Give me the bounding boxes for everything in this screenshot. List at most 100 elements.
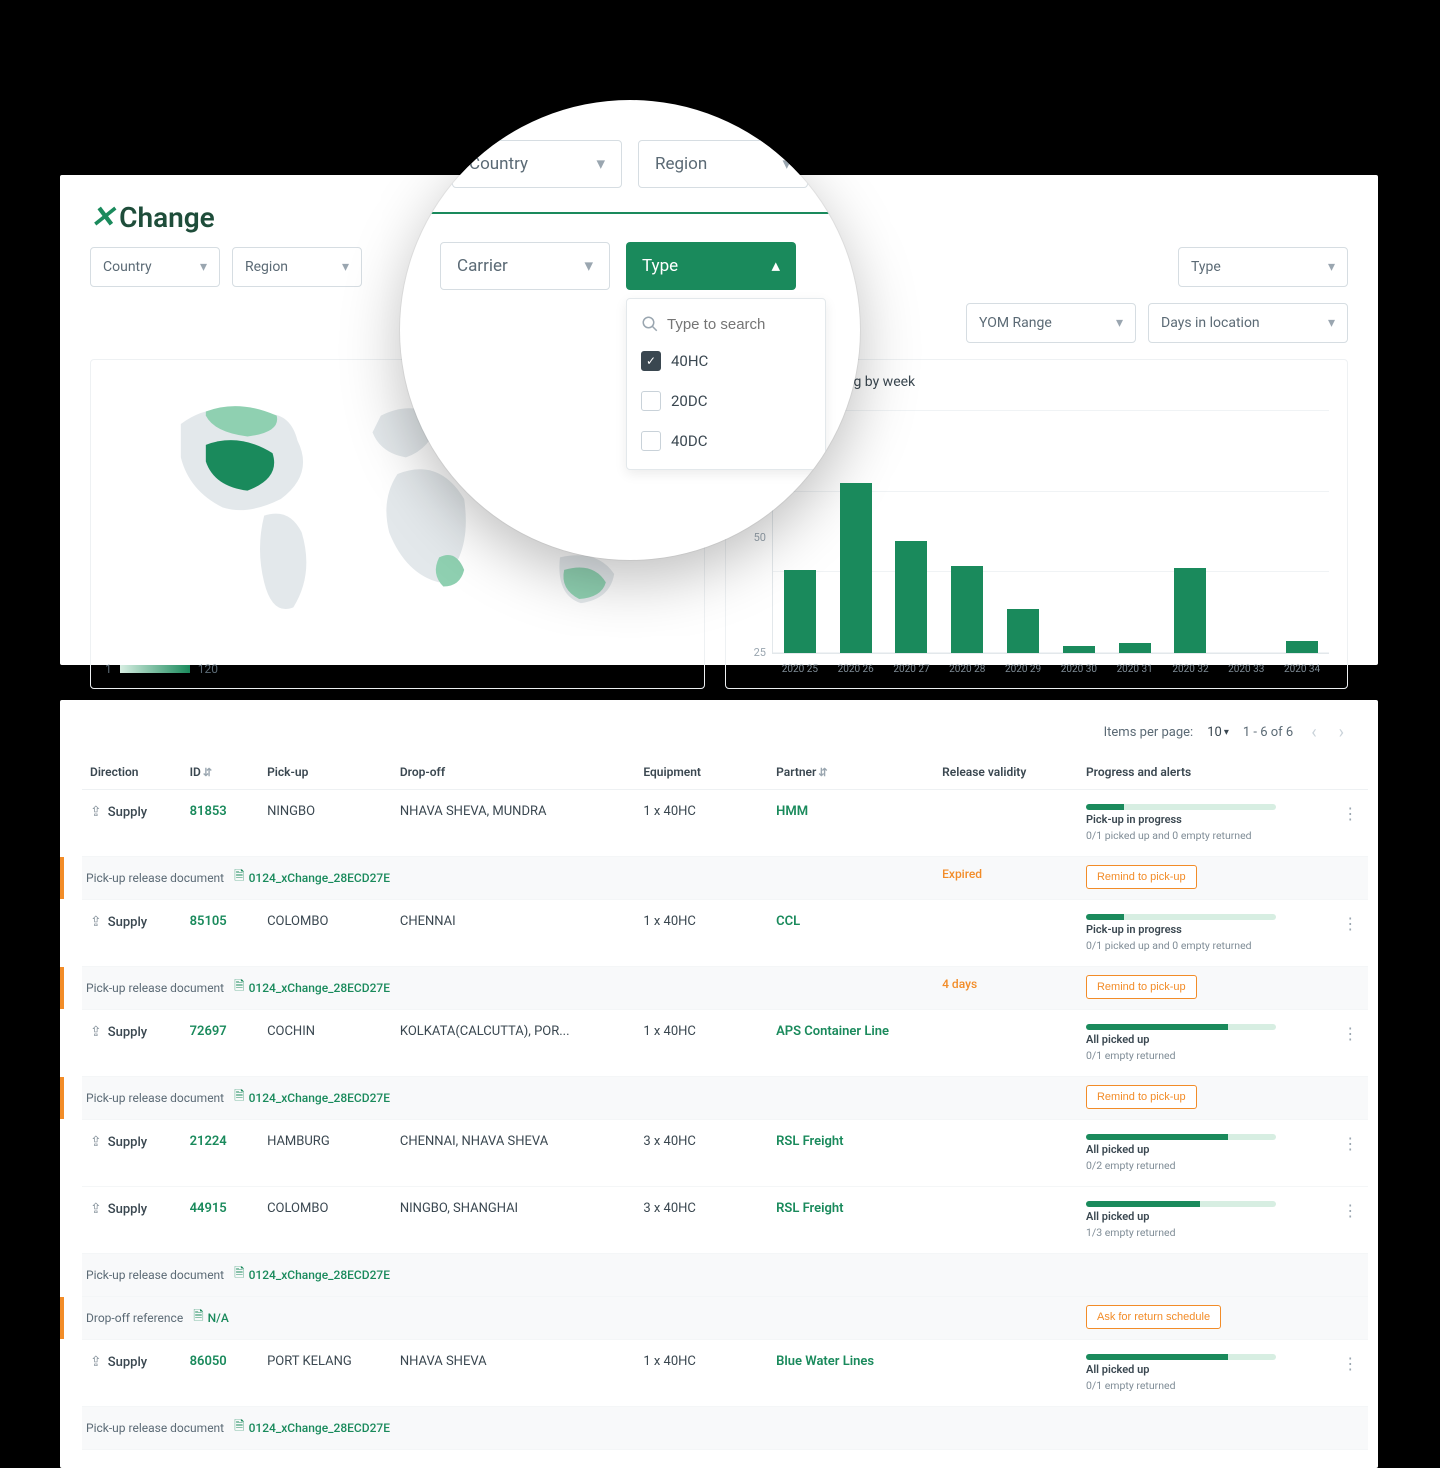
filter-type[interactable]: Type▾ (1178, 247, 1348, 287)
col-id[interactable]: ID⇵ (182, 755, 259, 790)
pagination-bar: Items per page: 10▾ 1 - 6 of 6 ‹ › (82, 718, 1368, 755)
pickup-cell: COCHIN (259, 1010, 392, 1077)
y-tick: 25 (744, 646, 772, 659)
page-prev-icon[interactable]: ‹ (1307, 722, 1320, 743)
progress-bar (1086, 914, 1276, 920)
partner-link[interactable]: RSL Freight (776, 1134, 843, 1149)
subrow-document-link[interactable]: 🗎0124_xChange_28ECD27E (234, 1417, 390, 1439)
filter-yom-range[interactable]: YOM Range▾ (966, 303, 1136, 343)
progress-bar (1086, 1134, 1276, 1140)
checkbox-icon (641, 391, 661, 411)
bar (1119, 643, 1151, 653)
row-menu-icon[interactable]: ⋮ (1333, 1340, 1368, 1407)
subrow-document-link[interactable]: 🗎0124_xChange_28ECD27E (234, 977, 390, 999)
col-partner[interactable]: Partner⇵ (768, 755, 934, 790)
bar (895, 541, 927, 653)
subrow-document-link[interactable]: 🗎0124_xChange_28ECD27E (234, 1087, 390, 1109)
type-option-label: 20DC (671, 392, 707, 410)
progress-bar (1086, 1201, 1276, 1207)
bar-label: 2020 26 (838, 664, 874, 675)
col-direction[interactable]: Direction (82, 755, 182, 790)
col-release[interactable]: Release validity (934, 755, 1078, 790)
filter-days-in-location[interactable]: Days in location▾ (1148, 303, 1348, 343)
items-per-page-select[interactable]: 10▾ (1207, 725, 1229, 740)
action-button[interactable]: Remind to pick-up (1086, 1085, 1197, 1109)
table-row: ⇪Supply44915COLOMBONINGBO, SHANGHAI3 x 4… (82, 1187, 1368, 1254)
row-id-link[interactable]: 85105 (190, 914, 227, 929)
partner-link[interactable]: HMM (776, 804, 808, 819)
progress-title: All picked up (1086, 1033, 1276, 1046)
type-option[interactable]: ✓40HC (627, 341, 825, 381)
action-button[interactable]: Ask for return schedule (1086, 1305, 1221, 1329)
type-option-label: 40DC (671, 432, 707, 450)
row-menu-icon[interactable]: ⋮ (1333, 1187, 1368, 1254)
filter-region[interactable]: Region▾ (232, 247, 362, 287)
progress-cell: All picked up1/3 empty returned (1086, 1201, 1276, 1239)
table-row: ⇪Supply85105COLOMBOCHENNAI1 x 40HCCCLPic… (82, 900, 1368, 967)
subrow-label: Pick-up release document (86, 1421, 224, 1435)
bar (784, 570, 816, 653)
row-menu-icon[interactable]: ⋮ (1333, 790, 1368, 857)
row-menu-icon[interactable]: ⋮ (1333, 900, 1368, 967)
chevron-up-icon: ▴ (771, 256, 780, 276)
table-subrow: Pick-up release document 🗎0124_xChange_28… (82, 857, 1368, 900)
partner-link[interactable]: RSL Freight (776, 1201, 843, 1216)
bar-col: 2020 31 (1112, 410, 1158, 653)
row-menu-icon[interactable]: ⋮ (1333, 1120, 1368, 1187)
mag-filter-type[interactable]: Type▴ (626, 242, 796, 290)
page-next-icon[interactable]: › (1335, 722, 1348, 743)
partner-link[interactable]: Blue Water Lines (776, 1354, 874, 1369)
progress-sub: 0/2 empty returned (1086, 1159, 1276, 1172)
supply-icon: ⇪ (90, 914, 102, 930)
page-range: 1 - 6 of 6 (1243, 725, 1293, 740)
partner-link[interactable]: APS Container Line (776, 1024, 889, 1039)
col-pickup[interactable]: Pick-up (259, 755, 392, 790)
subrow-document-link[interactable]: 🗎N/A (193, 1307, 229, 1329)
subrow-document-link[interactable]: 🗎0124_xChange_28ECD27E (234, 867, 390, 889)
bar (1063, 646, 1095, 653)
releases-table: Direction ID⇵ Pick-up Drop-off Equipment… (82, 755, 1368, 1450)
bar-label: 2020 31 (1117, 664, 1153, 675)
partner-link[interactable]: CCL (776, 914, 800, 929)
table-subrow: Pick-up release document🗎0124_xChange_28… (82, 967, 1368, 1010)
table-row: ⇪Supply72697COCHINKOLKATA(CALCUTTA), POR… (82, 1010, 1368, 1077)
bar-col: 2020 27 (889, 410, 935, 653)
bar-label: 2020 29 (1005, 664, 1041, 675)
col-equipment[interactable]: Equipment (635, 755, 768, 790)
type-search-input[interactable] (667, 316, 860, 333)
progress-sub: 0/1 empty returned (1086, 1379, 1276, 1392)
progress-title: All picked up (1086, 1363, 1276, 1376)
row-id-link[interactable]: 44915 (190, 1201, 227, 1216)
bar-label: 2020 32 (1172, 664, 1208, 675)
subrow-label: Pick-up release document (86, 871, 224, 885)
table-row: ⇪Supply21224HAMBURGCHENNAI, NHAVA SHEVA3… (82, 1120, 1368, 1187)
mag-filter-carrier[interactable]: Carrier▾ (440, 242, 610, 290)
logo-mark-icon: ✕ (90, 200, 115, 235)
supply-icon: ⇪ (90, 1354, 102, 1370)
bar-col: 2020 33 (1223, 410, 1269, 653)
action-button[interactable]: Remind to pick-up (1086, 975, 1197, 999)
row-menu-icon[interactable]: ⋮ (1333, 1010, 1368, 1077)
col-progress[interactable]: Progress and alerts (1078, 755, 1333, 790)
chevron-down-icon: ▾ (584, 256, 593, 276)
subrow-label: Pick-up release document (86, 1268, 224, 1282)
col-dropoff[interactable]: Drop-off (392, 755, 635, 790)
supply-icon: ⇪ (90, 1024, 102, 1040)
bar (1007, 609, 1039, 653)
mag-filter-region[interactable]: Region▾ (638, 140, 808, 188)
release-validity: Expired (942, 867, 982, 881)
mag-filter-country[interactable]: Country▾ (452, 140, 622, 188)
mag-divider (400, 212, 860, 214)
subrow-document-link[interactable]: 🗎0124_xChange_28ECD27E (234, 1264, 390, 1286)
accent-bar (60, 1297, 64, 1339)
equipment-cell: 3 x 40HC (635, 1187, 768, 1254)
progress-title: All picked up (1086, 1210, 1276, 1223)
row-id-link[interactable]: 81853 (190, 804, 227, 819)
checkbox-icon (641, 431, 661, 451)
filter-country[interactable]: Country▾ (90, 247, 220, 287)
row-id-link[interactable]: 21224 (190, 1134, 227, 1149)
row-id-link[interactable]: 72697 (190, 1024, 227, 1039)
direction-cell: ⇪Supply (90, 1201, 174, 1217)
row-id-link[interactable]: 86050 (190, 1354, 227, 1369)
action-button[interactable]: Remind to pick-up (1086, 865, 1197, 889)
